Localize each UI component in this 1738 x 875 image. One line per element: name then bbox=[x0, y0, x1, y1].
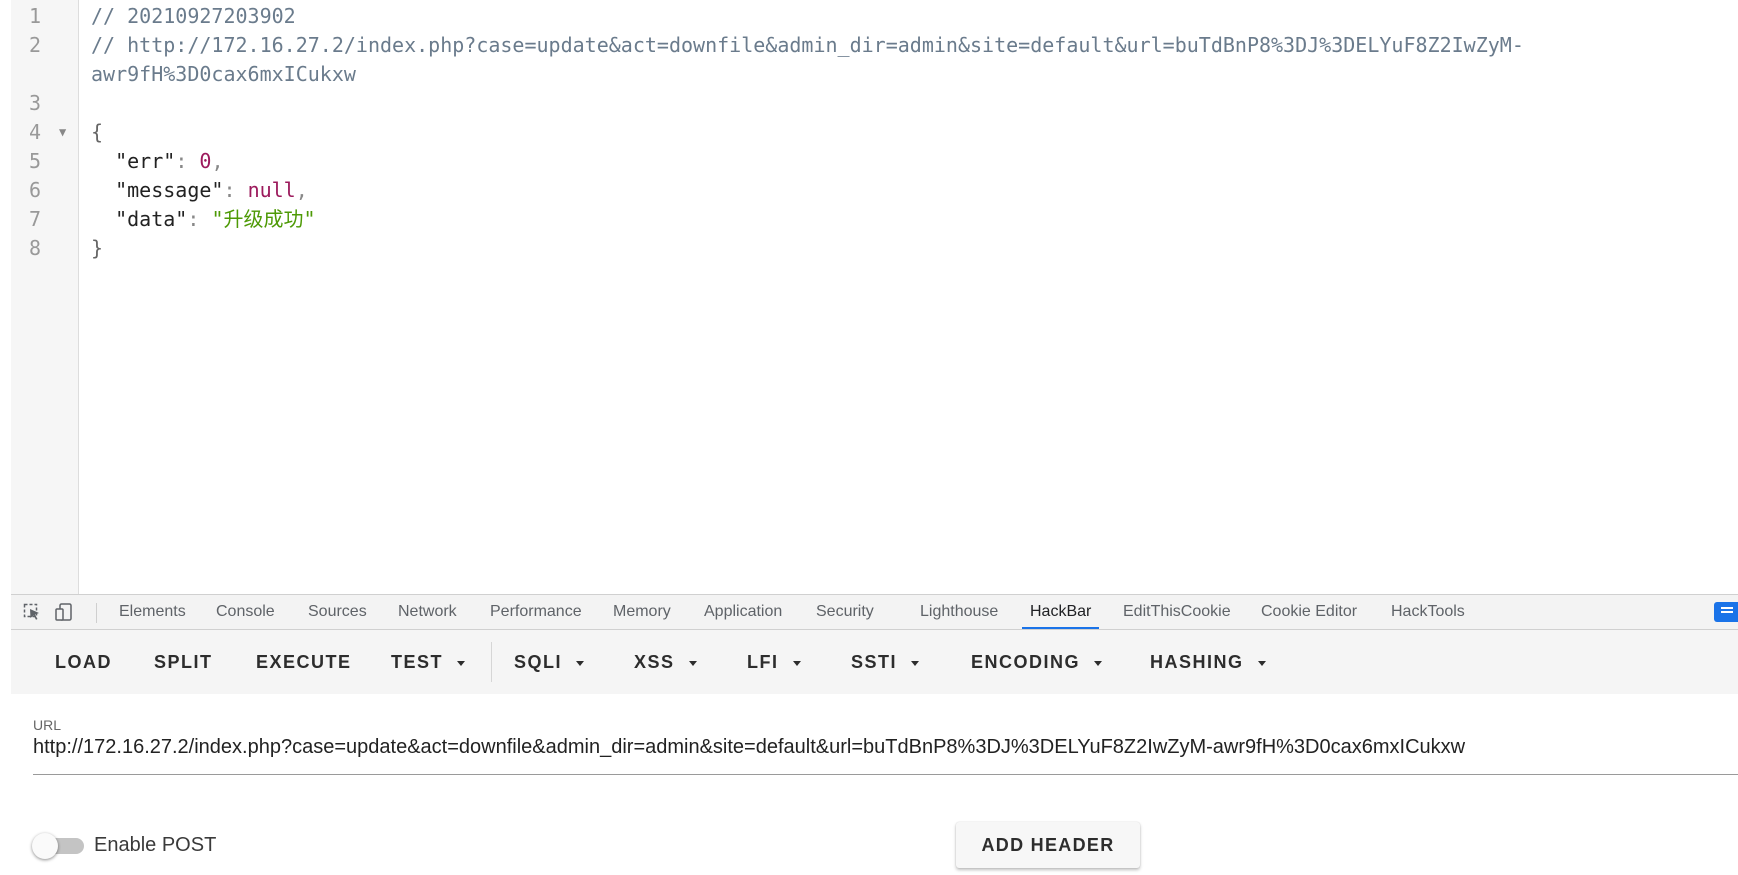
encoding-label: ENCODING bbox=[971, 652, 1081, 672]
url-label: URL bbox=[33, 717, 62, 733]
url-input-underline bbox=[33, 774, 1738, 775]
code-line-2: 2 // http://172.16.27.2/index.php?case=u… bbox=[11, 29, 1711, 61]
xss-label: XSS bbox=[634, 652, 675, 672]
toggle-thumb bbox=[32, 833, 58, 859]
add-header-button[interactable]: ADD HEADER bbox=[956, 822, 1140, 868]
load-button[interactable]: LOAD bbox=[55, 644, 112, 680]
line-number: 7 bbox=[28, 207, 41, 231]
json-value: "升级成功" bbox=[211, 207, 316, 231]
hashing-dropdown[interactable]: HASHING bbox=[1150, 644, 1266, 680]
split-button[interactable]: SPLIT bbox=[154, 644, 213, 680]
code-line-5: 5 "err": 0, bbox=[11, 145, 1711, 177]
comment-timestamp: // 20210927203902 bbox=[91, 4, 296, 28]
caret-down-icon bbox=[457, 660, 466, 666]
sqli-label: SQLI bbox=[514, 652, 563, 672]
json-value: null bbox=[247, 178, 296, 202]
xss-dropdown[interactable]: XSS bbox=[634, 644, 697, 680]
ssti-label: SSTI bbox=[851, 652, 898, 672]
toolbar-divider bbox=[491, 642, 492, 682]
caret-down-icon bbox=[1257, 660, 1266, 666]
line-number: 3 bbox=[28, 91, 41, 115]
code-line-7: 7 "data": "升级成功" bbox=[11, 203, 1711, 235]
device-toolbar-icon[interactable] bbox=[55, 603, 73, 621]
hackbar-toolbar: LOAD SPLIT EXECUTE TEST SQLI XSS LFI SST… bbox=[11, 630, 1738, 694]
code-line-6: 6 "message": null, bbox=[11, 174, 1711, 206]
json-entry: "message": null, bbox=[115, 178, 308, 202]
line-number: 1 bbox=[28, 4, 41, 28]
response-viewer: 1 // 20210927203902 2 // http://172.16.2… bbox=[0, 0, 1738, 594]
split-label: SPLIT bbox=[154, 652, 213, 672]
json-key: "data" bbox=[115, 207, 188, 231]
hackbar-panel: LOAD SPLIT EXECUTE TEST SQLI XSS LFI SST… bbox=[11, 630, 1738, 875]
caret-down-icon bbox=[576, 660, 585, 666]
execute-button[interactable]: EXECUTE bbox=[256, 644, 352, 680]
test-dropdown[interactable]: TEST bbox=[391, 644, 466, 680]
load-label: LOAD bbox=[55, 652, 112, 672]
tab-application[interactable]: Application bbox=[704, 595, 782, 629]
code-line-2-wrap: awr9fH%3D0cax6mxICukxw bbox=[11, 58, 1711, 90]
caret-down-icon bbox=[911, 660, 920, 666]
tab-performance[interactable]: Performance bbox=[490, 595, 582, 629]
ssti-dropdown[interactable]: SSTI bbox=[851, 644, 920, 680]
json-entry: "err": 0, bbox=[115, 149, 224, 173]
tab-security[interactable]: Security bbox=[816, 595, 874, 629]
tab-hacktools[interactable]: HackTools bbox=[1391, 595, 1465, 629]
tab-sources[interactable]: Sources bbox=[308, 595, 367, 629]
comment-url-continued: awr9fH%3D0cax6mxICukxw bbox=[91, 62, 356, 86]
tab-console[interactable]: Console bbox=[216, 595, 275, 629]
close-brace: } bbox=[91, 236, 104, 260]
tab-lighthouse[interactable]: Lighthouse bbox=[920, 595, 998, 629]
tab-network[interactable]: Network bbox=[398, 595, 457, 629]
line-number: 8 bbox=[28, 236, 41, 260]
json-key: "message" bbox=[115, 178, 224, 202]
json-value: 0 bbox=[199, 149, 212, 173]
triangle-down-icon[interactable]: ▼ bbox=[59, 116, 66, 148]
code-line-8: 8 } bbox=[11, 232, 1711, 264]
line-number: 6 bbox=[28, 178, 41, 202]
inspect-element-icon[interactable] bbox=[23, 603, 41, 621]
lfi-dropdown[interactable]: LFI bbox=[747, 644, 801, 680]
code-line-4: 4 ▼ { bbox=[11, 116, 1711, 148]
encoding-dropdown[interactable]: ENCODING bbox=[971, 644, 1103, 680]
devtools-tab-bar: Elements Console Sources Network Perform… bbox=[11, 594, 1738, 630]
add-header-label: ADD HEADER bbox=[981, 835, 1115, 855]
caret-down-icon bbox=[1094, 660, 1103, 666]
line-number: 4 bbox=[28, 120, 41, 144]
tab-hackbar[interactable]: HackBar bbox=[1021, 595, 1100, 629]
code-line-1: 1 // 20210927203902 bbox=[11, 0, 1711, 32]
execute-label: EXECUTE bbox=[256, 652, 352, 672]
hashing-label: HASHING bbox=[1150, 652, 1244, 672]
tab-editthiscookie[interactable]: EditThisCookie bbox=[1123, 595, 1231, 629]
tab-elements[interactable]: Elements bbox=[119, 595, 186, 629]
url-input[interactable]: http://172.16.27.2/index.php?case=update… bbox=[33, 736, 1465, 759]
json-entry: "data": "升级成功" bbox=[115, 207, 316, 231]
enable-post-toggle[interactable] bbox=[32, 833, 84, 859]
caret-down-icon bbox=[792, 660, 801, 666]
line-number: 5 bbox=[28, 149, 41, 173]
toolbar-divider bbox=[96, 603, 97, 623]
tab-memory[interactable]: Memory bbox=[613, 595, 671, 629]
open-brace: { bbox=[91, 120, 104, 144]
test-label: TEST bbox=[391, 652, 444, 672]
comment-url: // http://172.16.27.2/index.php?case=upd… bbox=[91, 33, 1524, 57]
sqli-dropdown[interactable]: SQLI bbox=[514, 644, 585, 680]
caret-down-icon bbox=[688, 660, 697, 666]
tab-cookie-editor[interactable]: Cookie Editor bbox=[1261, 595, 1357, 629]
enable-post-label: Enable POST bbox=[94, 834, 217, 856]
code-line-3: 3 bbox=[11, 87, 1711, 119]
line-number: 2 bbox=[28, 33, 41, 57]
feedback-chat-icon[interactable] bbox=[1714, 602, 1738, 622]
lfi-label: LFI bbox=[747, 652, 779, 672]
json-key: "err" bbox=[115, 149, 176, 173]
